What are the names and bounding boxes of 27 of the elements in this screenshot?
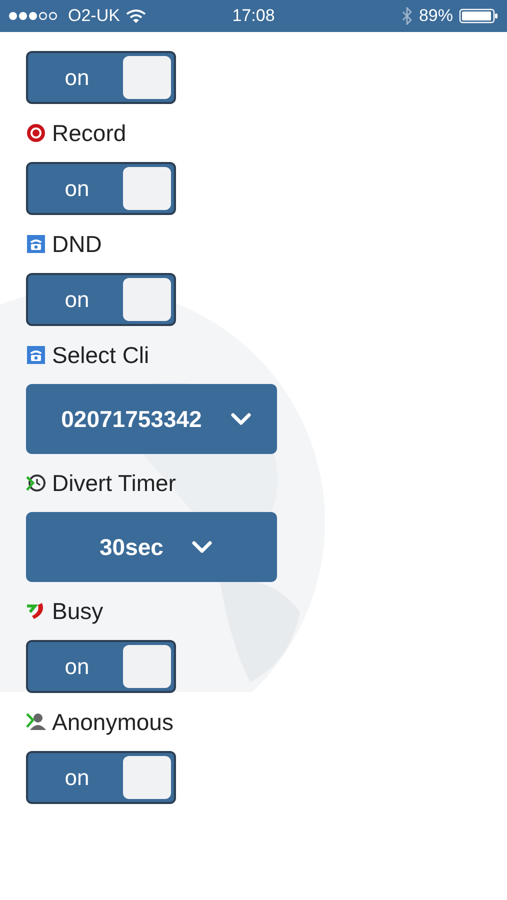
- setting-label: Busy: [52, 598, 104, 624]
- person-icon: [26, 712, 46, 732]
- setting-label: Select Cli: [52, 342, 150, 368]
- phone-handset-icon: [26, 601, 46, 621]
- toggle-switch[interactable]: on: [26, 640, 176, 693]
- toggle-switch[interactable]: on: [26, 51, 176, 104]
- wifi-icon: [126, 8, 146, 24]
- setting-label: Record: [52, 120, 126, 146]
- toggle-switch[interactable]: on: [26, 273, 176, 326]
- toggle-switch[interactable]: on: [26, 751, 176, 804]
- bluetooth-icon: [400, 7, 413, 25]
- setting-label: Divert Timer: [52, 470, 176, 496]
- phone-icon: [26, 234, 46, 254]
- carrier-name: O2-UK: [68, 6, 120, 26]
- timer-icon: [26, 473, 46, 493]
- record-icon: [26, 123, 46, 143]
- setting-label: DND: [52, 230, 102, 258]
- chevron-down-icon: [191, 540, 214, 554]
- setting-label: Anonymous: [52, 708, 174, 736]
- battery-icon: [459, 8, 499, 24]
- clock-time: 17:08: [232, 6, 275, 26]
- toggle-switch[interactable]: on: [26, 162, 176, 215]
- battery-percentage: 89%: [418, 6, 453, 26]
- chevron-down-icon: [230, 412, 252, 426]
- phone-icon: [26, 345, 46, 365]
- dropdown-select[interactable]: 02071753342: [26, 384, 277, 454]
- dropdown-select[interactable]: 30sec: [26, 512, 277, 582]
